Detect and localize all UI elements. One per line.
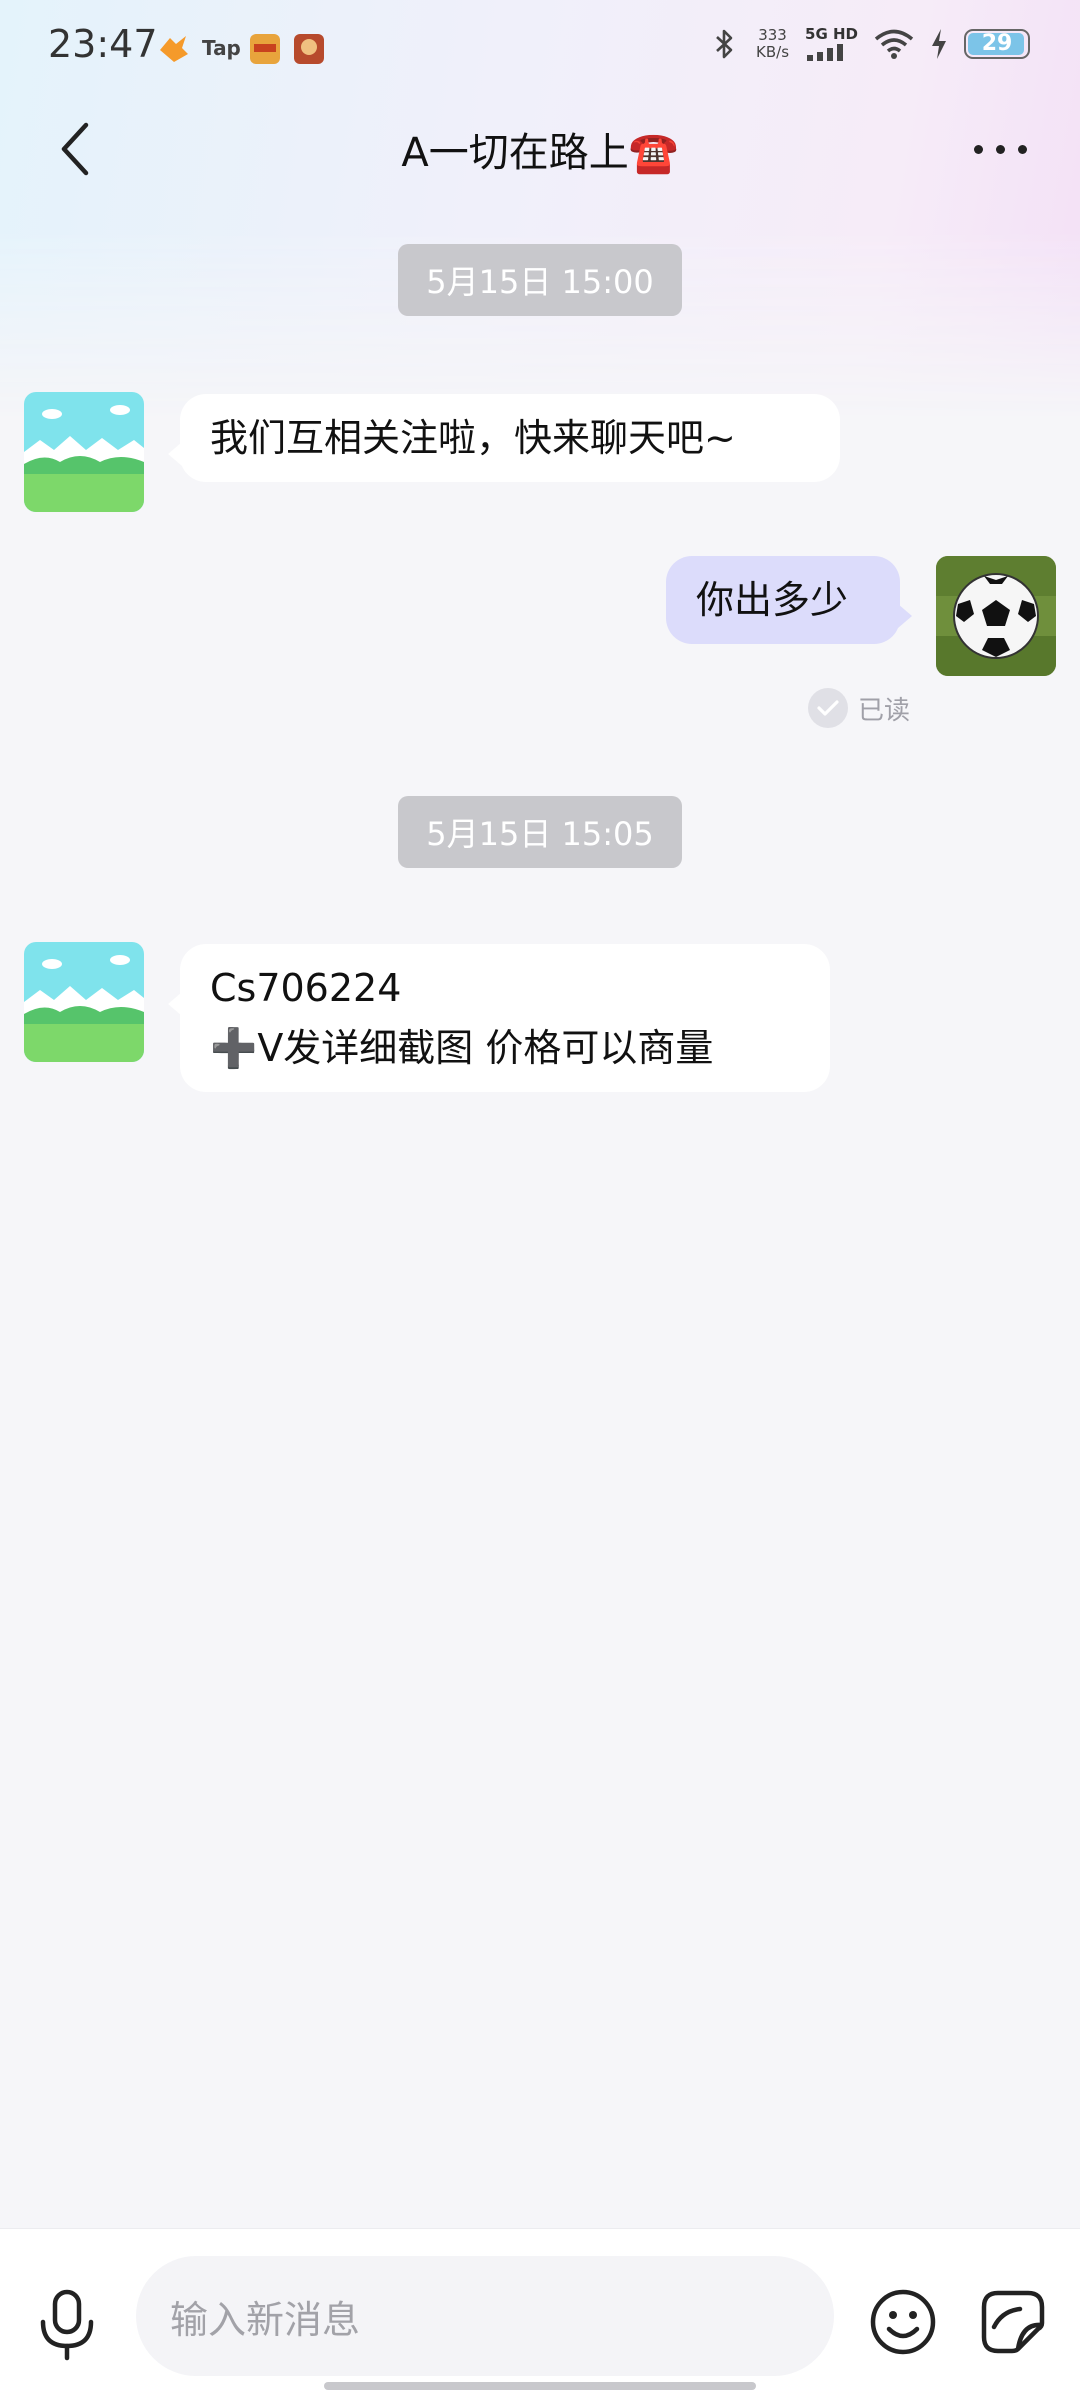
- game-app-icon-2: [294, 34, 324, 64]
- status-time: 23:47: [48, 22, 158, 66]
- microphone-icon: [40, 2289, 94, 2361]
- more-dots-icon: [973, 144, 983, 154]
- contact-avatar[interactable]: [24, 942, 144, 1062]
- my-avatar[interactable]: [936, 556, 1056, 676]
- chevron-left-icon: [61, 122, 89, 176]
- message-timestamp: 5月15日 15:00: [398, 244, 682, 316]
- message-text-line: Cs706224: [210, 966, 402, 1010]
- message-text-line: ➕V发详细截图 价格可以商量: [210, 1026, 714, 1070]
- check-mark: [817, 700, 839, 716]
- network-type: 5G HD: [805, 25, 858, 43]
- more-dot: [995, 144, 1005, 154]
- tap-app-icon: Tap: [202, 36, 241, 60]
- message-timestamp: 5月15日 15:05: [398, 796, 682, 868]
- wifi-icon: [874, 29, 914, 59]
- incoming-message-bubble[interactable]: Cs706224 ➕V发详细截图 价格可以商量: [168, 944, 830, 1092]
- bluetooth-icon: [716, 29, 733, 58]
- battery-icon: 29: [964, 28, 1030, 59]
- home-indicator[interactable]: [324, 2382, 756, 2390]
- read-receipt: 已读: [808, 688, 910, 728]
- landscape-avatar-icon: [24, 942, 144, 1062]
- landscape-avatar-icon: [24, 392, 144, 512]
- contact-avatar[interactable]: [24, 392, 144, 512]
- net-speed-value: 333: [758, 25, 787, 44]
- chat-title[interactable]: A一切在路上☎️: [200, 120, 880, 178]
- outgoing-message-bubble[interactable]: 你出多少: [666, 556, 912, 644]
- sticker-icon: [981, 2290, 1045, 2354]
- incoming-message-bubble[interactable]: 我们互相关注啦，快来聊天吧~: [168, 394, 840, 482]
- chat-header: A一切在路上☎️: [0, 100, 1080, 196]
- charging-icon: [932, 28, 946, 59]
- battery-level: 29: [981, 31, 1013, 56]
- smiley-icon: [870, 2289, 936, 2355]
- message-input-bar: 输入新消息: [0, 2228, 1080, 2400]
- more-dot: [1017, 144, 1027, 154]
- message-text: 你出多少: [696, 578, 849, 622]
- back-button[interactable]: [40, 114, 110, 184]
- check-circle-icon: [808, 688, 848, 728]
- net-speed: 333 KB/s: [756, 25, 790, 61]
- message-input-placeholder: 输入新消息: [170, 2297, 361, 2342]
- signal-icon: [807, 44, 844, 61]
- app-notification-icon: [160, 36, 188, 62]
- emoji-button[interactable]: [868, 2287, 938, 2357]
- message-input[interactable]: 输入新消息: [136, 2256, 834, 2376]
- voice-button[interactable]: [34, 2285, 100, 2365]
- status-bar: 23:47 Tap 333 KB/s 5G HD 29: [0, 0, 1080, 100]
- net-speed-unit: KB/s: [756, 42, 790, 61]
- game-app-icon: [250, 34, 280, 64]
- cellular-signal: 5G HD: [805, 26, 858, 61]
- more-button[interactable]: [960, 114, 1040, 184]
- soccer-ball-avatar-icon: [936, 556, 1056, 676]
- message-text: 我们互相关注啦，快来聊天吧~: [210, 416, 736, 460]
- read-status-text: 已读: [858, 695, 911, 726]
- sticker-button[interactable]: [978, 2287, 1048, 2357]
- status-icons: 333 KB/s 5G HD 29: [710, 26, 1030, 61]
